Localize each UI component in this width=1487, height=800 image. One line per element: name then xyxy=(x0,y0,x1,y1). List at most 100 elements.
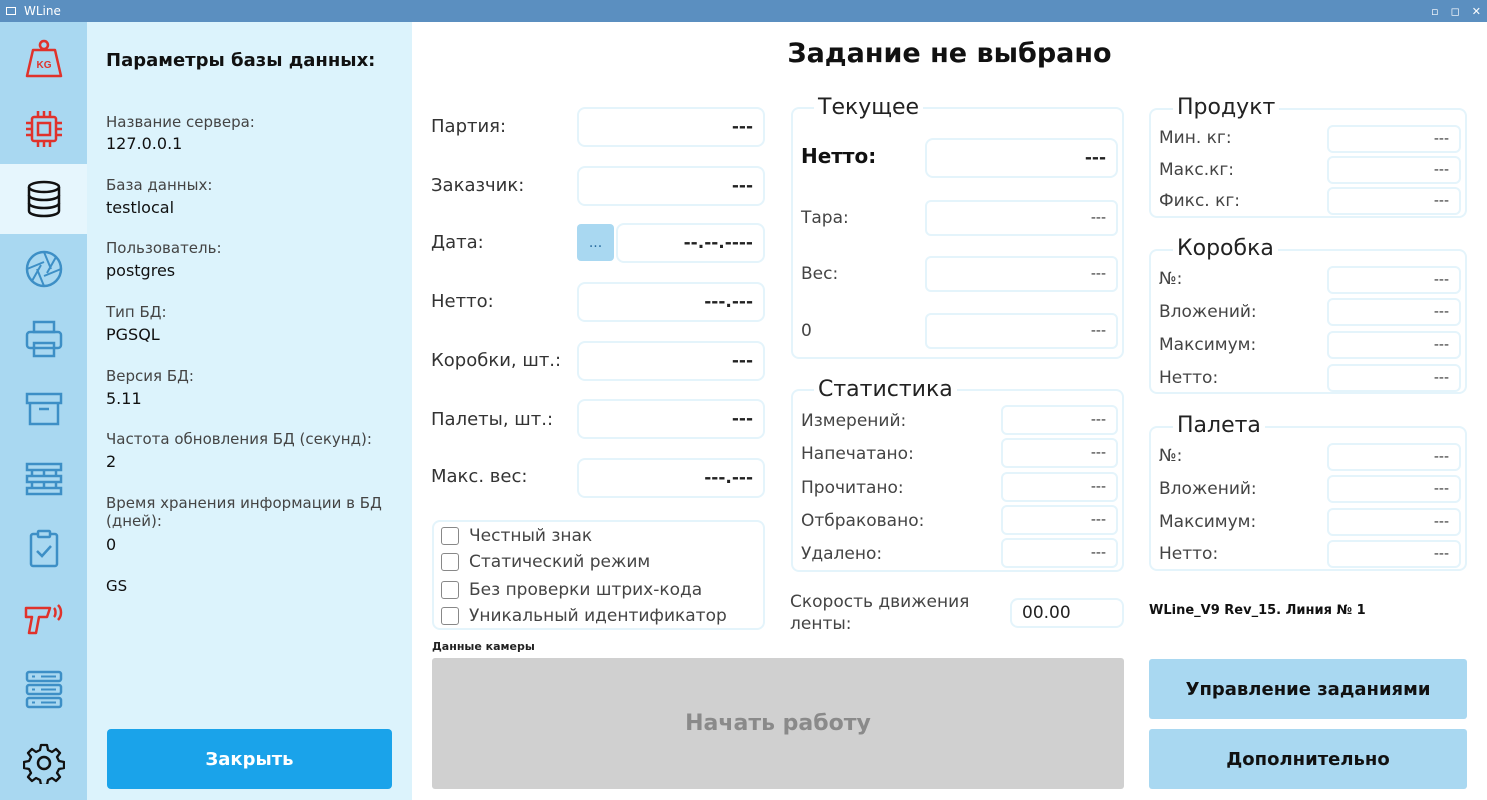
checkbox-box[interactable] xyxy=(441,527,459,545)
close-window-button[interactable]: ✕ xyxy=(1472,5,1481,18)
checkbox-label: Статический режим xyxy=(469,552,651,572)
checkbox-unique-id[interactable]: Уникальный идентификатор xyxy=(441,606,727,626)
statistics-group-title: Статистика xyxy=(814,377,957,402)
sidebar-item-settings[interactable] xyxy=(0,728,87,798)
refresh-rate-label: Частота обновления БД (секунд): xyxy=(106,430,372,448)
user-value: postgres xyxy=(106,261,176,280)
batch-label: Партия: xyxy=(431,116,507,137)
date-label: Дата: xyxy=(431,232,484,253)
user-label: Пользователь: xyxy=(106,239,222,257)
product-max-field: --- xyxy=(1327,156,1461,184)
customer-label: Заказчик: xyxy=(431,175,525,196)
sidebar-item-database[interactable] xyxy=(0,164,87,234)
measured-label: Измерений: xyxy=(801,411,907,431)
checkbox-box[interactable] xyxy=(441,607,459,625)
belt-speed-label: Скорость движения ленты: xyxy=(790,591,969,635)
barcode-scanner-icon xyxy=(24,604,62,635)
pallet-net-field: --- xyxy=(1327,540,1461,568)
deleted-label: Удалено: xyxy=(801,544,883,564)
pallet-net-label: Нетто: xyxy=(1159,544,1219,564)
box-nested-field: --- xyxy=(1327,298,1461,326)
panel-title: Параметры базы данных: xyxy=(106,50,376,71)
camera-aperture-icon xyxy=(25,250,62,288)
minimize-button[interactable]: ▫ xyxy=(1431,5,1438,18)
maximize-button[interactable]: ◻ xyxy=(1451,5,1460,18)
belt-speed-label-line1: Скорость движения xyxy=(790,592,970,612)
boxes-label: Коробки, шт.: xyxy=(431,350,562,371)
sidebar-item-box[interactable] xyxy=(0,374,87,444)
db-version-label: Версия БД: xyxy=(106,367,194,385)
rejected-field: --- xyxy=(1001,505,1118,535)
start-work-button[interactable]: Начать работу xyxy=(432,658,1124,789)
checkbox-static-mode[interactable]: Статический режим xyxy=(441,552,650,572)
product-max-label: Макс.кг: xyxy=(1159,160,1235,180)
box-nested-label: Вложений: xyxy=(1159,302,1257,322)
belt-speed-field[interactable]: 00.00 xyxy=(1010,598,1124,628)
checkbox-box[interactable] xyxy=(441,581,459,599)
product-min-label: Мин. кг: xyxy=(1159,128,1232,148)
customer-field[interactable]: --- xyxy=(577,166,765,206)
refresh-rate-value: 2 xyxy=(106,452,117,471)
svg-text:KG: KG xyxy=(36,60,51,71)
boxes-field[interactable]: --- xyxy=(577,341,765,381)
batch-field[interactable]: --- xyxy=(577,107,765,147)
checkbox-box[interactable] xyxy=(441,553,459,571)
db-type-value: PGSQL xyxy=(106,325,160,344)
db-label: База данных: xyxy=(106,176,213,194)
tare-field: --- xyxy=(925,200,1118,236)
date-picker-button[interactable]: ... xyxy=(577,224,614,261)
sidebar-item-scale[interactable]: KG xyxy=(0,24,87,94)
current-net-field: --- xyxy=(925,138,1118,178)
net-field[interactable]: ---.--- xyxy=(577,282,765,322)
archive-box-icon xyxy=(25,392,62,426)
sidebar-item-scanner[interactable] xyxy=(0,584,87,654)
read-field: --- xyxy=(1001,472,1118,502)
pallet-nested-field: --- xyxy=(1327,475,1461,503)
checkbox-honest-sign[interactable]: Честный знак xyxy=(441,526,592,546)
zero-field: --- xyxy=(925,313,1118,349)
pallet-max-field: --- xyxy=(1327,508,1461,536)
server-value: 127.0.0.1 xyxy=(106,134,183,153)
pallet-number-label: №: xyxy=(1159,446,1183,466)
page-title: Задание не выбрано xyxy=(787,38,1112,69)
pallet-group-title: Палета xyxy=(1173,413,1265,438)
pallets-field[interactable]: --- xyxy=(577,399,765,439)
retention-value: 0 xyxy=(106,535,117,554)
max-weight-label: Макс. вес: xyxy=(431,466,528,487)
retention-label: Время хранения информации в БД (дней): xyxy=(106,494,382,530)
box-net-label: Нетто: xyxy=(1159,368,1219,388)
db-settings-panel: Параметры базы данных: Название сервера:… xyxy=(87,22,412,800)
sidebar-item-pallet[interactable] xyxy=(0,444,87,514)
db-version-value: 5.11 xyxy=(106,389,142,408)
sidebar-item-camera[interactable] xyxy=(0,234,87,304)
additional-button[interactable]: Дополнительно xyxy=(1149,729,1467,789)
scale-kg-icon: KG xyxy=(25,39,62,78)
rejected-label: Отбраковано: xyxy=(801,511,925,531)
box-number-label: №: xyxy=(1159,269,1183,289)
date-field[interactable]: --.--.---- xyxy=(616,223,765,263)
printed-field: --- xyxy=(1001,438,1118,468)
database-icon xyxy=(27,180,60,218)
weight-field: --- xyxy=(925,256,1118,292)
checkbox-no-barcode-check[interactable]: Без проверки штрих-кода xyxy=(441,580,702,600)
close-panel-button[interactable]: Закрыть xyxy=(107,729,392,789)
sidebar-item-server[interactable] xyxy=(0,654,87,724)
db-type-label: Тип БД: xyxy=(106,303,167,321)
checkbox-label: Уникальный идентификатор xyxy=(469,606,727,626)
product-fix-field: --- xyxy=(1327,187,1461,215)
product-fix-label: Фикс. кг: xyxy=(1159,191,1241,211)
sidebar-item-tasks[interactable] xyxy=(0,514,87,584)
icon-sidebar: KG xyxy=(0,22,87,800)
sidebar-item-printer[interactable] xyxy=(0,304,87,374)
checkbox-label: Без проверки штрих-кода xyxy=(469,580,703,600)
version-label: WLine_V9 Rev_15. Линия № 1 xyxy=(1149,603,1366,618)
camera-data-label: Данные камеры xyxy=(432,640,535,653)
box-max-label: Максимум: xyxy=(1159,335,1257,355)
pallet-max-label: Максимум: xyxy=(1159,512,1257,532)
manage-tasks-button[interactable]: Управление заданиями xyxy=(1149,659,1467,719)
box-number-field: --- xyxy=(1327,266,1461,294)
zero-label: 0 xyxy=(801,321,812,341)
sidebar-item-device[interactable] xyxy=(0,94,87,164)
max-weight-field[interactable]: ---.--- xyxy=(577,458,765,498)
checkbox-label: Честный знак xyxy=(469,526,593,546)
